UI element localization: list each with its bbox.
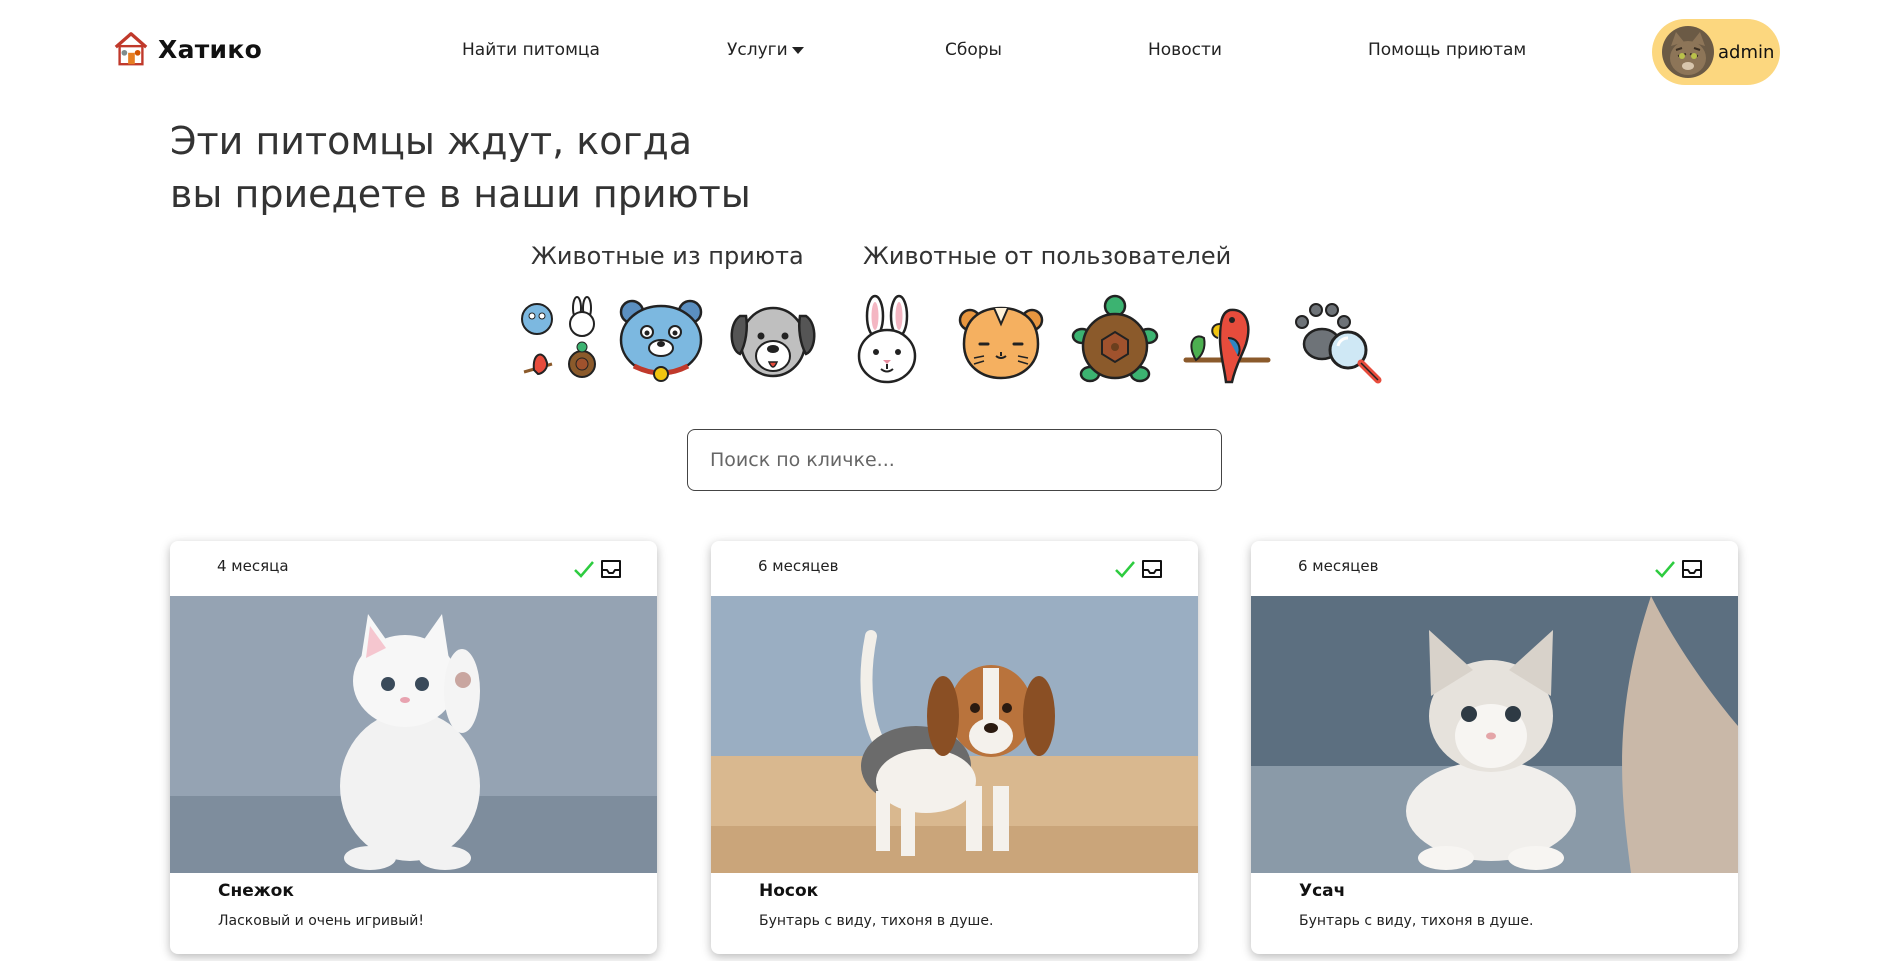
cat-icon[interactable] bbox=[614, 294, 708, 388]
house-logo-icon bbox=[114, 32, 148, 66]
tab-shelter-animals[interactable]: Животные из приюта bbox=[531, 242, 804, 270]
pet-age: 6 месяцев bbox=[1298, 557, 1379, 575]
pet-description: Бунтарь с виду, тихоня в душе. bbox=[1299, 913, 1534, 929]
hamster-icon[interactable] bbox=[954, 294, 1048, 388]
pet-card[interactable]: 4 месяца Снежок Ласковый и очень игривый… bbox=[170, 541, 657, 954]
nav-news[interactable]: Новости bbox=[1148, 40, 1222, 60]
inbox-icon[interactable] bbox=[1140, 558, 1164, 580]
pet-card[interactable]: 6 месяцев Усач Бунтарь с виду, тихоня в … bbox=[1251, 541, 1738, 954]
inbox-icon[interactable] bbox=[599, 558, 623, 580]
nav-services[interactable]: Услуги bbox=[727, 40, 804, 60]
user-menu-button[interactable]: admin bbox=[1652, 19, 1780, 85]
brand-logo[interactable]: Хатико bbox=[112, 30, 262, 68]
lost-pet-search-icon[interactable] bbox=[1292, 294, 1386, 388]
avatar bbox=[1662, 26, 1714, 78]
top-navbar: Хатико Найти питомца Услуги Сборы Новост… bbox=[0, 0, 1889, 100]
page-title: Эти питомцы ждут, когда вы приедете в на… bbox=[170, 115, 870, 221]
tab-user-animals[interactable]: Животные от пользователей bbox=[863, 242, 1231, 270]
chevron-down-icon bbox=[791, 46, 804, 54]
pet-description: Ласковый и очень игривый! bbox=[218, 913, 424, 929]
pet-age: 4 месяца bbox=[217, 557, 289, 575]
rabbit-icon[interactable] bbox=[840, 294, 934, 388]
verified-check-icon bbox=[574, 561, 594, 578]
search-input[interactable] bbox=[687, 429, 1222, 491]
pet-age: 6 месяцев bbox=[758, 557, 839, 575]
pet-name: Носок bbox=[759, 881, 819, 901]
page-title-line-2: вы приедете в наши приюты bbox=[170, 172, 751, 216]
pet-card[interactable]: 6 месяцев Носок Бунтарь с виду, тихоня в… bbox=[711, 541, 1198, 954]
card-header: 4 месяца bbox=[170, 541, 657, 596]
all-animals-icon[interactable] bbox=[512, 294, 606, 388]
pet-description: Бунтарь с виду, тихоня в душе. bbox=[759, 913, 994, 929]
card-header: 6 месяцев bbox=[711, 541, 1198, 596]
pet-name: Снежок bbox=[218, 881, 294, 901]
page-title-line-1: Эти питомцы ждут, когда bbox=[170, 119, 692, 163]
user-name: admin bbox=[1718, 41, 1775, 63]
nav-fundraising[interactable]: Сборы bbox=[945, 40, 1002, 60]
nav-services-label: Услуги bbox=[727, 40, 788, 60]
card-header: 6 месяцев bbox=[1251, 541, 1738, 596]
verified-check-icon bbox=[1655, 561, 1675, 578]
inbox-icon[interactable] bbox=[1680, 558, 1704, 580]
turtle-icon[interactable] bbox=[1068, 294, 1162, 388]
dog-icon[interactable] bbox=[726, 294, 820, 388]
brand-name: Хатико bbox=[158, 34, 263, 64]
pet-photo bbox=[1251, 596, 1738, 873]
parrot-icon[interactable] bbox=[1180, 294, 1274, 388]
pet-photo bbox=[711, 596, 1198, 873]
nav-find-pet[interactable]: Найти питомца bbox=[462, 40, 600, 60]
verified-check-icon bbox=[1115, 561, 1135, 578]
pet-name: Усач bbox=[1299, 881, 1346, 901]
nav-shelter-help[interactable]: Помощь приютам bbox=[1368, 40, 1526, 60]
pet-photo bbox=[170, 596, 657, 873]
